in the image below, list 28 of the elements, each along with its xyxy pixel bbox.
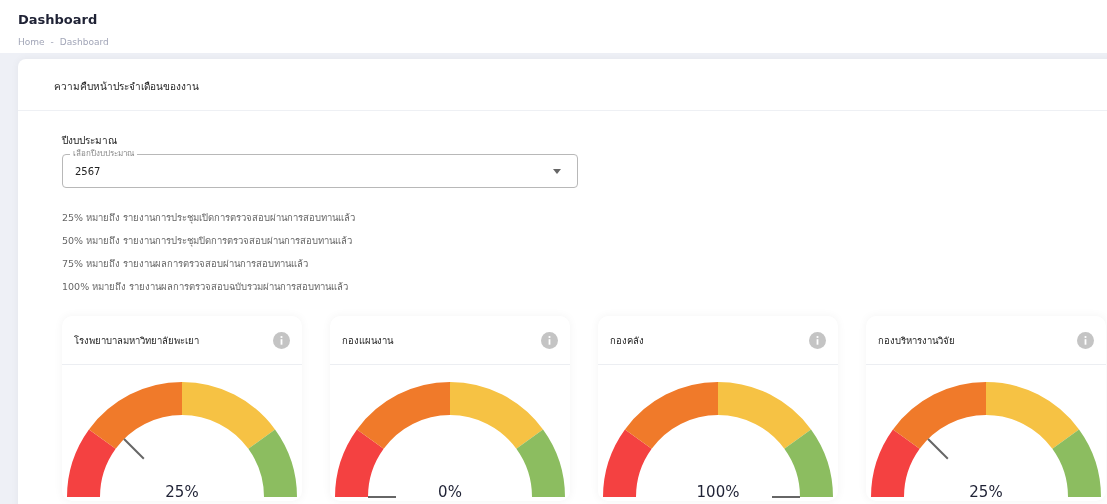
info-icon[interactable]: [541, 331, 558, 349]
info-icon[interactable]: [1077, 331, 1094, 349]
gauge-needle: [771, 496, 801, 498]
gauge-reading: 0%: [437, 483, 463, 501]
legend-text: 25% หมายถึง รายงานการประชุมเปิดการตรวจสอบผ่านการสอบทานแล้ว: [62, 211, 357, 225]
card-title: โรงพยาบาลมหาวิทยาลัยพะเยา: [74, 333, 199, 348]
gauge-reading: 25%: [968, 483, 1004, 501]
gauge-reading: 25%: [164, 483, 200, 501]
gauge-needle: [367, 496, 397, 498]
gauge-reading: 100%: [695, 483, 741, 501]
legend-text: 100% หมายถึง รายงานผลการตรวจสอบฉบับรวมผ่านการสอบทานแล้ว: [62, 280, 350, 294]
legend-text: 50% หมายถึง รายงานการประชุมปิดการตรวจสอบผ่านการสอบทานแล้ว: [62, 234, 354, 248]
field-label: ปีงบประมาณ: [62, 134, 118, 148]
legend-text: 75% หมายถึง รายงานผลการตรวจสอบผ่านการสอบทานแล้ว: [62, 257, 310, 271]
card-title: กองบริหารงานวิจัย: [878, 333, 955, 348]
breadcrumb-link[interactable]: Home: [18, 37, 45, 47]
gauge-needle: [927, 438, 949, 460]
page-title: Dashboard: [18, 12, 99, 27]
panel-title: ความคืบหน้าประจำเดือนของงาน: [18, 59, 1107, 111]
info-icon[interactable]: [273, 331, 290, 349]
breadcrumb-link[interactable]: Dashboard: [59, 37, 109, 47]
dropdown-caret-icon: [553, 168, 561, 174]
card-title: กองคลัง: [610, 333, 644, 348]
breadcrumb-separator: -: [50, 37, 54, 47]
gauge-needle: [123, 438, 145, 460]
info-icon[interactable]: [809, 331, 826, 349]
floating-label: เลือกปีงบประมาณ: [70, 149, 137, 159]
card-title: กองแผนงาน: [342, 333, 393, 348]
